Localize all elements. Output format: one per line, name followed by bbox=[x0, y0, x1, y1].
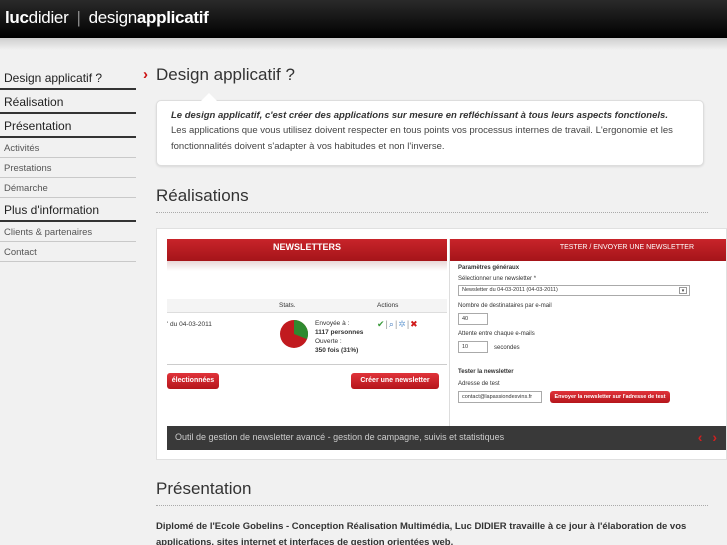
slide-caption-text: Outil de gestion de newsletter avancé - … bbox=[175, 432, 505, 442]
realisations-heading: Réalisations bbox=[156, 186, 249, 205]
newsletter-table-header: Stats. Actions bbox=[167, 299, 447, 313]
main-content: › Design applicatif ? Le design applicat… bbox=[143, 62, 716, 166]
site-header: lucdidier | designapplicatif bbox=[0, 0, 727, 38]
intro-lead: Le design applicatif, c'est créer des ap… bbox=[171, 110, 668, 121]
sidebar-item-prestations[interactable]: Prestations bbox=[0, 158, 136, 178]
chevron-right-icon: › bbox=[143, 66, 148, 83]
opened-value: 350 fois (31%) bbox=[315, 347, 359, 354]
sidebar-item-activites[interactable]: Activités bbox=[0, 138, 136, 158]
sidebar-item-clients-partenaires[interactable]: Clients & partenaires bbox=[0, 222, 136, 242]
test-title: Tester la newsletter bbox=[458, 369, 514, 375]
chevron-down-icon[interactable]: ▾ bbox=[679, 287, 687, 294]
params-title: Paramètres généraux bbox=[458, 265, 520, 271]
check-icon[interactable]: ✔ bbox=[377, 319, 386, 329]
col-stats: Stats. bbox=[279, 302, 296, 309]
newsletter-select[interactable]: Newsletter du 04-03-2011 (04-03-2011) ▾ bbox=[458, 285, 690, 296]
wait-label: Attente entre chaque e-mails bbox=[458, 331, 535, 337]
newsletter-actions: ✔|⌕|✲|✖ bbox=[377, 319, 419, 329]
callout-notch bbox=[201, 93, 217, 101]
slide-newsletter-list: NEWSLETTERS Stats. Actions ' du 04-03-20… bbox=[167, 239, 447, 437]
sidebar-item-plus-information[interactable]: Plus d'information bbox=[0, 198, 136, 222]
send-test-button[interactable]: Envoyer la newsletter sur l'adresse de t… bbox=[550, 391, 670, 403]
intro-body: Les applications que vous utilisez doive… bbox=[171, 125, 673, 152]
test-address-input[interactable]: contact@lapassiondesvins.fr bbox=[458, 391, 542, 403]
brand-last-name: didier bbox=[28, 8, 69, 27]
slide-caption: Outil de gestion de newsletter avancé - … bbox=[167, 426, 726, 450]
newsletter-stats: Envoyée à : 1117 personnes Ouverte : 350… bbox=[315, 319, 363, 355]
brand-first-name: luc bbox=[5, 8, 29, 27]
sidebar-item-design-applicatif[interactable]: Design applicatif ? bbox=[0, 66, 136, 90]
page-title: › Design applicatif ? bbox=[143, 62, 716, 88]
wait-unit: secondes bbox=[494, 345, 520, 351]
sent-label: Envoyée à : bbox=[315, 320, 350, 327]
sidebar-item-presentation[interactable]: Présentation bbox=[0, 114, 136, 138]
presentation-text: Diplomé de l'Ecole Gobelins - Conception… bbox=[156, 521, 687, 545]
open-rate-pie-chart bbox=[280, 320, 308, 348]
send-newsletter-bar: TESTER / ENVOYER UNE NEWSLETTER bbox=[450, 239, 726, 261]
presentation-heading: Présentation bbox=[156, 479, 252, 498]
sidebar-item-realisation[interactable]: Réalisation bbox=[0, 90, 136, 114]
row-divider bbox=[167, 364, 447, 365]
delete-selected-button[interactable]: électionnées bbox=[167, 373, 219, 389]
realisations-divider bbox=[156, 212, 708, 213]
presentation-divider bbox=[156, 505, 708, 506]
header-shadow bbox=[0, 38, 727, 50]
sent-value: 1117 personnes bbox=[315, 329, 364, 336]
sidebar-item-contact[interactable]: Contact bbox=[0, 242, 136, 262]
gear-icon[interactable]: ✲ bbox=[398, 319, 407, 329]
brand-tagline-bold: applicatif bbox=[136, 8, 209, 27]
col-actions: Actions bbox=[377, 302, 399, 309]
sidebar-item-demarche[interactable]: Démarche bbox=[0, 178, 136, 198]
slide-send-panel: TESTER / ENVOYER UNE NEWSLETTER Paramètr… bbox=[449, 239, 726, 437]
newsletters-bar: NEWSLETTERS bbox=[167, 239, 447, 261]
sidebar-nav: Design applicatif ? Réalisation Présenta… bbox=[0, 66, 136, 262]
realisation-slide[interactable]: NEWSLETTERS Stats. Actions ' du 04-03-20… bbox=[156, 228, 727, 460]
create-newsletter-button[interactable]: Créer une newsletter bbox=[351, 373, 439, 389]
newsletter-select-value: Newsletter du 04-03-2011 (04-03-2011) bbox=[462, 287, 558, 293]
select-label: Sélectionner une newsletter * bbox=[458, 276, 537, 282]
newsletters-bar-shadow bbox=[167, 261, 447, 271]
recipients-input[interactable]: 40 bbox=[458, 313, 488, 325]
page-title-text: Design applicatif ? bbox=[156, 65, 295, 84]
brand-tagline-light: design bbox=[88, 8, 138, 27]
brand-logo[interactable]: lucdidier | designapplicatif bbox=[5, 8, 209, 28]
delete-icon[interactable]: ✖ bbox=[410, 319, 419, 329]
brand-separator: | bbox=[76, 8, 81, 27]
recipients-label: Nombre de destinataires par e-mail bbox=[458, 303, 552, 309]
slider-nav-arrows[interactable]: ‹ › bbox=[698, 426, 720, 448]
newsletter-row-date: ' du 04-03-2011 bbox=[167, 321, 212, 328]
wait-input[interactable]: 10 bbox=[458, 341, 488, 353]
intro-callout: Le design applicatif, c'est créer des ap… bbox=[156, 93, 704, 166]
test-address-label: Adresse de test bbox=[458, 381, 500, 387]
opened-label: Ouverte : bbox=[315, 338, 342, 345]
